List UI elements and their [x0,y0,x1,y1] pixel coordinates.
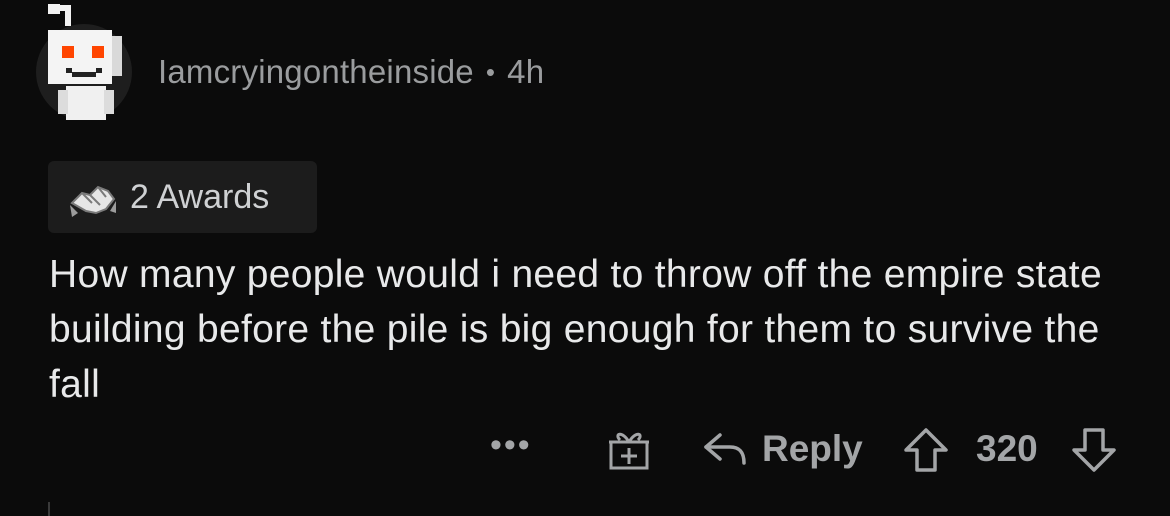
upvote-button[interactable] [902,426,950,479]
awards-badge[interactable]: 2 Awards [48,161,317,233]
upvote-arrow-icon [904,428,948,472]
vote-score: 320 [976,428,1038,469]
comment-header: Iamcryingontheinside • 4h [36,4,544,130]
downvote-arrow-icon [1072,428,1116,472]
more-options-button[interactable]: ••• [490,426,532,465]
gift-icon [609,432,649,470]
thread-line[interactable] [48,502,50,516]
comment-actions: ••• Reply 320 [480,422,1140,478]
username-link[interactable]: Iamcryingontheinside [158,53,474,91]
comment-age: 4h [507,53,545,90]
user-avatar[interactable] [36,4,132,120]
meta-separator: • [485,56,496,87]
downvote-button[interactable] [1070,426,1118,479]
reddit-snoo-avatar-icon [48,4,122,120]
reply-button[interactable]: Reply [702,428,863,470]
give-award-button[interactable] [606,426,652,477]
awards-label: 2 Awards [130,177,270,216]
comment-body: How many people would i need to throw of… [49,253,1102,406]
reply-arrow-icon [704,433,746,465]
reply-label: Reply [762,428,863,469]
comment-meta: Iamcryingontheinside • 4h [158,53,544,91]
handshake-award-icon [70,185,116,217]
